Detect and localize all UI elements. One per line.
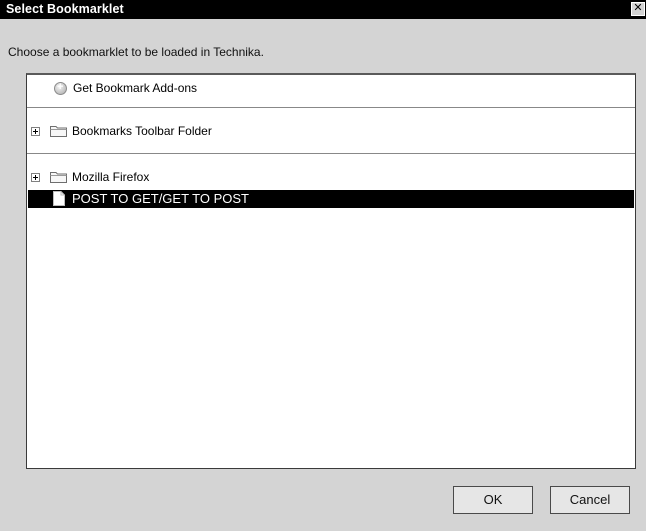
tree-separator <box>27 107 635 108</box>
tree-separator <box>27 153 635 154</box>
tree-item-bookmarks-toolbar[interactable]: Bookmarks Toolbar Folder <box>27 123 635 140</box>
select-bookmarklet-dialog: Select Bookmarklet ✕ Choose a bookmarkle… <box>0 0 646 531</box>
dialog-title: Select Bookmarklet <box>6 2 124 16</box>
instruction-text: Choose a bookmarklet to be loaded in Tec… <box>8 45 264 59</box>
title-bar[interactable]: Select Bookmarklet ✕ <box>0 0 646 19</box>
cancel-button[interactable]: Cancel <box>550 486 630 514</box>
close-icon: ✕ <box>633 2 643 14</box>
tree-item-mozilla-firefox[interactable]: Mozilla Firefox <box>27 169 635 186</box>
tree-item-label: Get Bookmark Add-ons <box>73 81 198 95</box>
tree-item-label: Bookmarks Toolbar Folder <box>72 124 212 138</box>
folder-icon <box>50 126 67 137</box>
ok-button[interactable]: OK <box>453 486 533 514</box>
tree-item-get-addons[interactable]: Get Bookmark Add-ons <box>27 80 635 97</box>
page-icon <box>53 191 65 206</box>
tree-item-post-to-get[interactable]: POST TO GET/GET TO POST <box>28 190 634 208</box>
expand-icon[interactable] <box>31 173 40 182</box>
tree-item-label: Mozilla Firefox <box>72 170 150 184</box>
bookmark-tree[interactable]: Get Bookmark Add-ons Bookmarks Toolbar F… <box>26 73 636 469</box>
addon-icon <box>54 81 67 95</box>
expand-icon[interactable] <box>31 127 40 136</box>
close-button[interactable]: ✕ <box>631 2 645 16</box>
folder-icon <box>50 172 67 183</box>
tree-item-label: POST TO GET/GET TO POST <box>72 191 249 206</box>
